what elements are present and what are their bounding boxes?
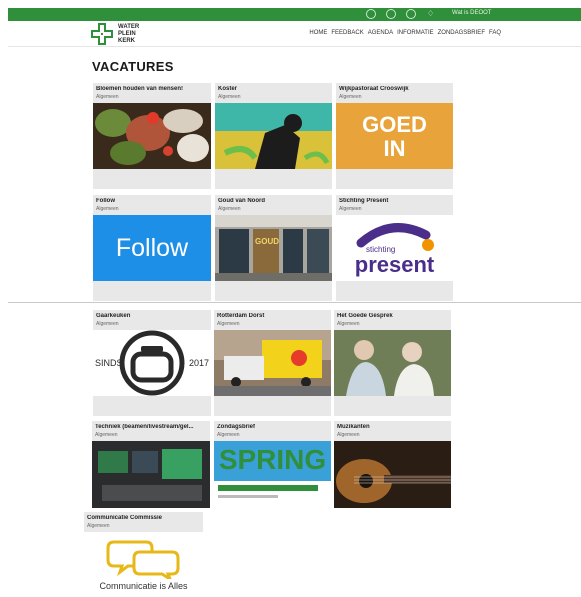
card-image-flowers [93, 103, 211, 169]
card-image-goed-in: GOED IN [336, 103, 453, 169]
youtube-icon[interactable] [386, 9, 396, 19]
card-image-truck [214, 330, 331, 396]
card-image-koster [215, 103, 332, 169]
vacancy-card[interactable]: Zondagsbrief Algemeen SPRING [214, 421, 331, 508]
card-image-spring: SPRING [214, 441, 331, 508]
image-text-communicatie: Communicatie is Alles [99, 581, 188, 591]
card-category: Algemeen [96, 94, 119, 100]
vacancy-card[interactable]: Techniek (beamen/livestream/gel... Algem… [92, 421, 210, 508]
card-title: Wijkpastoraat Crooswijk [339, 86, 409, 92]
card-image-guitar [334, 441, 451, 508]
card-image-gaarkeuken: SINDS 2017 [93, 330, 211, 396]
vacancy-card[interactable]: Rotterdam Dorst Algemeen [214, 310, 331, 416]
card-category: Algemeen [218, 94, 241, 100]
site-logo[interactable]: WATER PLEIN KERK [91, 23, 161, 45]
vacancy-card[interactable]: Communicatie Commissie Algemeen Communic… [84, 512, 203, 597]
divider [8, 302, 581, 303]
card-image-goud: GOUD [215, 215, 332, 281]
vacancy-card[interactable]: Gaarkeuken Algemeen SINDS 2017 [93, 310, 211, 416]
card-title: Gaarkeuken [96, 313, 131, 319]
card-category: Algemeen [337, 321, 360, 327]
card-category: Algemeen [95, 432, 118, 438]
card-category: Algemeen [96, 321, 119, 327]
card-category: Algemeen [96, 206, 119, 212]
card-title: Muzikanten [337, 424, 370, 430]
user-label[interactable]: Wat is DEOOT [452, 9, 491, 17]
nav-feedback[interactable]: FEEDBACK [331, 30, 363, 36]
card-title: Goud van Noord [218, 198, 265, 204]
vacancy-card[interactable]: Bloemen houden van mensen! Algemeen [93, 83, 211, 189]
vacancy-card[interactable]: Follow Algemeen Follow [93, 195, 211, 301]
image-text-follow: Follow [115, 234, 189, 262]
logo-text: WATER PLEIN KERK [118, 24, 140, 44]
card-title: Zondagsbrief [217, 424, 256, 430]
vacancy-card[interactable]: Koster Algemeen [215, 83, 332, 189]
card-title: Communicatie Commissie [87, 515, 163, 521]
card-image-communicatie: Communicatie is Alles [84, 532, 203, 597]
card-title: Rotterdam Dorst [217, 313, 265, 319]
vacancy-card[interactable]: Muzikanten Algemeen [334, 421, 451, 508]
card-title: Het Goede Gesprek [337, 313, 393, 319]
nav-zondagsbrief[interactable]: ZONDAGSBRIEF [438, 30, 485, 36]
logo-cross-icon [91, 23, 113, 45]
card-image-follow: Follow [93, 215, 211, 281]
image-text-goud: GOUD [255, 237, 279, 246]
main-nav: HOME FEEDBACK AGENDA INFORMATIE ZONDAGSB… [309, 30, 501, 36]
image-text-goed-in: GOED IN [362, 112, 427, 161]
image-text-year: 2017 [188, 358, 209, 368]
card-image-present: stichting present [336, 215, 453, 281]
card-title: Follow [96, 198, 115, 204]
card-category: Algemeen [339, 206, 362, 212]
vacancy-card[interactable]: Het Goede Gesprek Algemeen [334, 310, 451, 416]
card-title: Bloemen houden van mensen! [96, 86, 184, 92]
card-title: Stichting Present [339, 198, 389, 204]
facebook-icon[interactable] [366, 9, 376, 19]
top-bar: ♢ Wat is DEOOT [8, 8, 581, 21]
nav-agenda[interactable]: AGENDA [368, 30, 393, 36]
site-header: WATER PLEIN KERK HOME FEEDBACK AGENDA IN… [8, 21, 581, 47]
card-category: Algemeen [87, 523, 110, 529]
nav-informatie[interactable]: INFORMATIE [397, 30, 434, 36]
card-title: Koster [218, 86, 238, 92]
card-category: Algemeen [217, 432, 240, 438]
image-text-sinds: SINDS [95, 358, 123, 368]
image-text-spring: SPRING [218, 444, 327, 475]
card-category: Algemeen [217, 321, 240, 327]
card-category: Algemeen [218, 206, 241, 212]
nav-faq[interactable]: FAQ [489, 30, 501, 36]
page-title: VACATURES [92, 59, 174, 74]
vacancy-card[interactable]: Stichting Present Algemeen stichting pre… [336, 195, 453, 301]
card-category: Algemeen [337, 432, 360, 438]
nav-home[interactable]: HOME [309, 30, 327, 36]
card-image-conversation [334, 330, 451, 396]
bell-icon[interactable]: ♢ [427, 9, 437, 19]
search-icon[interactable] [406, 9, 416, 19]
image-text-present: present [354, 252, 435, 277]
vacancy-card[interactable]: Wijkpastoraat Crooswijk Algemeen GOED IN [336, 83, 453, 189]
card-image-techniek [92, 441, 210, 508]
card-category: Algemeen [339, 94, 362, 100]
vacancy-card[interactable]: Goud van Noord Algemeen GOUD [215, 195, 332, 301]
card-title: Techniek (beamen/livestream/gel... [95, 424, 194, 430]
